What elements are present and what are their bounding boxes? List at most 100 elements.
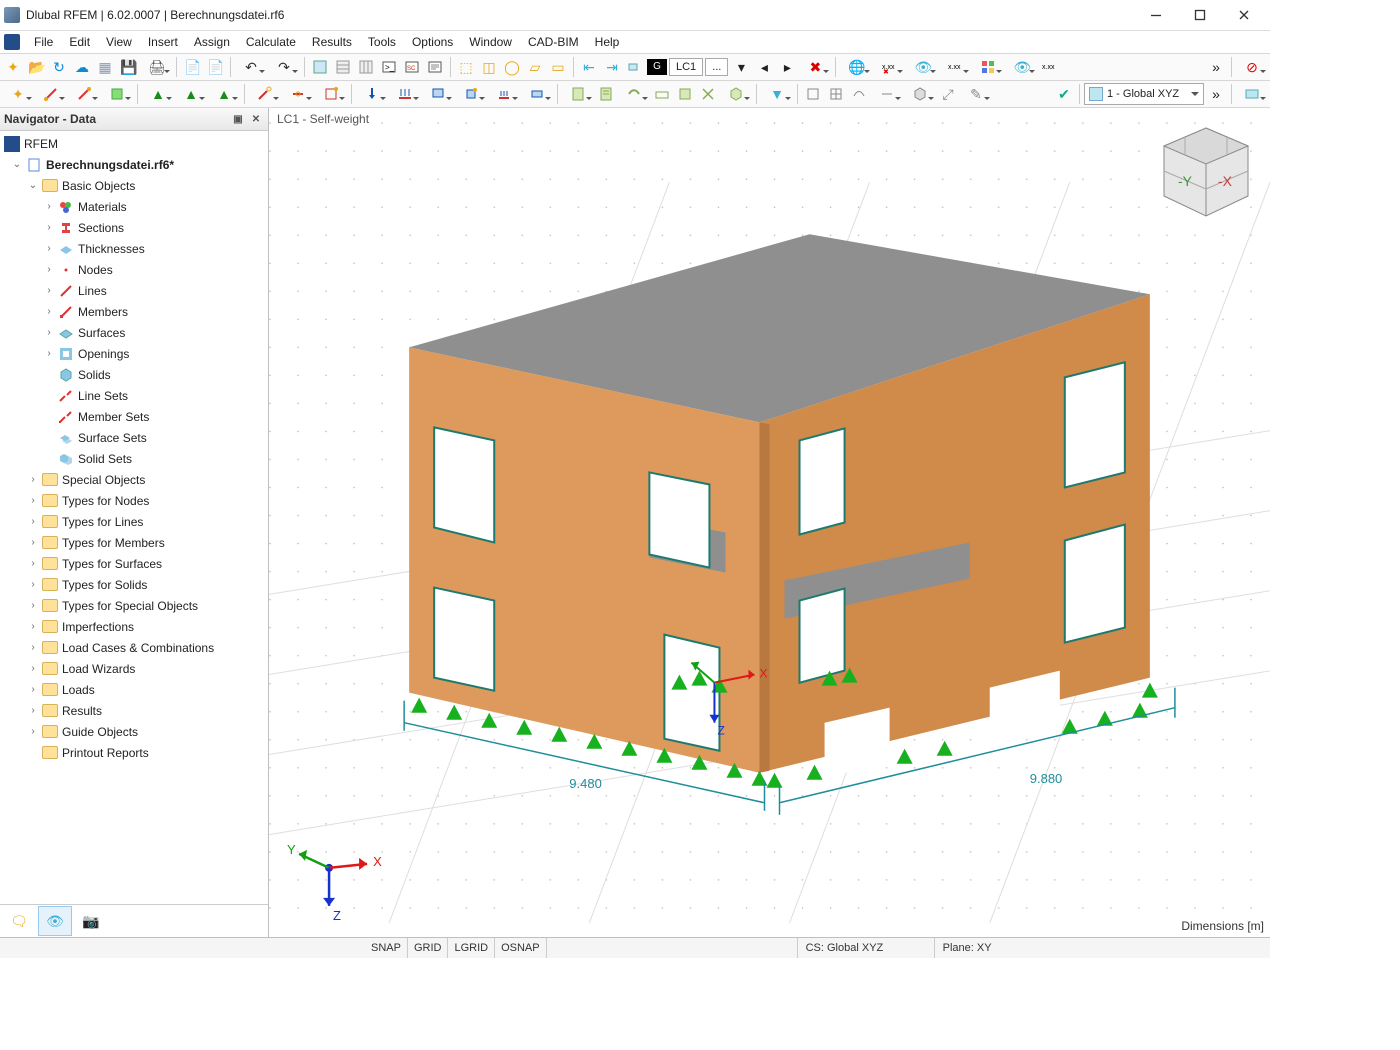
tree-materials[interactable]: ›Materials [0, 196, 268, 217]
tree-group[interactable]: Printout Reports [0, 742, 268, 763]
status-snap[interactable]: SNAP [365, 938, 408, 958]
caret-right-icon[interactable]: › [24, 681, 42, 699]
caret-right-icon[interactable]: › [40, 282, 58, 300]
navtab-display-icon[interactable]: 👁 [38, 906, 72, 936]
caret-right-icon[interactable]: › [24, 471, 42, 489]
select-window-icon[interactable]: ◫ [478, 56, 500, 78]
table-3-icon[interactable] [355, 56, 377, 78]
tree-surfaces[interactable]: ›Surfaces [0, 322, 268, 343]
tree-nodes[interactable]: ›Nodes [0, 259, 268, 280]
tree-thicknesses[interactable]: ›Thicknesses [0, 238, 268, 259]
coord-system-dropdown[interactable]: 1 - Global XYZ [1084, 83, 1204, 105]
tree-basic-objects[interactable]: ⌄ Basic Objects [0, 175, 268, 196]
dim-3-icon[interactable] [624, 56, 646, 78]
view-1-icon[interactable] [802, 83, 824, 105]
navigator-tree[interactable]: RFEM ⌄ Berechnungsdatei.rf6* ⌄ Basic Obj… [0, 131, 268, 904]
status-osnap[interactable]: OSNAP [495, 938, 547, 958]
tree-members[interactable]: ›Members [0, 301, 268, 322]
caret-right-icon[interactable]: › [24, 492, 42, 510]
doc-icon[interactable]: 📄 [204, 56, 226, 78]
tree-group[interactable]: ›Special Objects [0, 469, 268, 490]
redo-icon[interactable]: ↷ [268, 56, 300, 78]
globe-icon[interactable]: 🌐 [840, 56, 872, 78]
navigator-pin-icon[interactable]: ▣ [230, 111, 246, 127]
tree-openings[interactable]: ›Openings [0, 343, 268, 364]
caret-right-icon[interactable]: › [40, 240, 58, 258]
calc-4-icon[interactable] [651, 83, 673, 105]
tree-group[interactable]: ›Types for Lines [0, 511, 268, 532]
dim-1-icon[interactable]: ⇤ [578, 56, 600, 78]
calc-6-icon[interactable] [697, 83, 719, 105]
num-xxx-2-icon[interactable]: x.xx [1038, 56, 1060, 78]
caret-right-icon[interactable]: › [24, 618, 42, 636]
select-lasso-icon[interactable]: ⬚ [455, 56, 477, 78]
caret-down-icon[interactable]: ⌄ [8, 156, 26, 174]
tree-group[interactable]: ›Load Cases & Combinations [0, 637, 268, 658]
new-node-icon[interactable]: ✦ [2, 83, 34, 105]
console-icon[interactable]: >_ [378, 56, 400, 78]
view-4-icon[interactable] [871, 83, 903, 105]
menu-assign[interactable]: Assign [186, 31, 238, 53]
tree-group[interactable]: ›Types for Special Objects [0, 595, 268, 616]
menu-file[interactable]: File [26, 31, 61, 53]
tree-sections[interactable]: ›Sections [0, 217, 268, 238]
dim-2-icon[interactable]: ⇥ [601, 56, 623, 78]
toolbar-check-icon[interactable]: ✔ [1053, 83, 1075, 105]
calc-1-icon[interactable] [562, 83, 594, 105]
table-2-icon[interactable] [332, 56, 354, 78]
num-xxx-eye-icon[interactable]: x.xx [939, 56, 971, 78]
tree-root[interactable]: RFEM [0, 133, 268, 154]
loadcase-label[interactable]: LC1 [669, 58, 703, 76]
menu-window[interactable]: Window [461, 31, 520, 53]
navtab-data-icon[interactable]: 🗨 [2, 906, 36, 936]
open-file-icon[interactable]: 📂 [25, 56, 47, 78]
menu-results[interactable]: Results [304, 31, 360, 53]
support-1-icon[interactable]: ▲ [142, 83, 174, 105]
calc-3-icon[interactable] [618, 83, 650, 105]
tree-group[interactable]: ›Types for Nodes [0, 490, 268, 511]
caret-right-icon[interactable]: › [40, 303, 58, 321]
new-member-icon[interactable] [68, 83, 100, 105]
load-2-icon[interactable] [389, 83, 421, 105]
caret-right-icon[interactable]: › [24, 702, 42, 720]
view-scale-icon[interactable]: ⤢ [937, 83, 959, 105]
menu-tools[interactable]: Tools [360, 31, 404, 53]
hinge-1-icon[interactable] [249, 83, 281, 105]
load-6-icon[interactable] [521, 83, 553, 105]
view-cube-icon[interactable] [904, 83, 936, 105]
print-icon[interactable]: 🖨 [140, 56, 172, 78]
refresh-icon[interactable]: ↻ [48, 56, 70, 78]
status-grid[interactable]: GRID [408, 938, 449, 958]
new-file-icon[interactable]: ✦ [2, 56, 24, 78]
tree-group[interactable]: ›Loads [0, 679, 268, 700]
tree-lines[interactable]: ›Lines [0, 280, 268, 301]
load-1-icon[interactable] [356, 83, 388, 105]
maximize-button[interactable] [1178, 0, 1222, 30]
caret-right-icon[interactable]: › [40, 219, 58, 237]
caret-right-icon[interactable]: › [24, 513, 42, 531]
table-1-icon[interactable] [309, 56, 331, 78]
navigator-close-icon[interactable]: ✕ [248, 111, 264, 127]
tree-group[interactable]: ›Load Wizards [0, 658, 268, 679]
menu-options[interactable]: Options [404, 31, 461, 53]
save-icon[interactable]: 💾 [117, 56, 139, 78]
nav-next-icon[interactable]: ▸ [776, 56, 798, 78]
new-doc-icon[interactable]: 📄 [181, 56, 203, 78]
status-cs[interactable]: CS: Global XYZ [797, 938, 934, 958]
hinge-3-icon[interactable] [315, 83, 347, 105]
tree-group[interactable]: ›Types for Surfaces [0, 553, 268, 574]
navigation-cube[interactable]: -Y -X [1156, 122, 1256, 222]
caret-right-icon[interactable]: › [24, 723, 42, 741]
calc-solid-icon[interactable] [720, 83, 752, 105]
loadcase-selector[interactable]: G LC1 ... ▾ [647, 56, 752, 78]
tree-group[interactable]: ›Types for Solids [0, 574, 268, 595]
navtab-views-icon[interactable]: 📷 [74, 906, 108, 936]
tree-solid-sets[interactable]: Solid Sets [0, 448, 268, 469]
undo-icon[interactable]: ↶ [235, 56, 267, 78]
tree-surface-sets[interactable]: Surface Sets [0, 427, 268, 448]
menu-edit[interactable]: Edit [61, 31, 98, 53]
caret-right-icon[interactable]: › [24, 576, 42, 594]
tree-group[interactable]: ›Types for Members [0, 532, 268, 553]
load-5-icon[interactable] [488, 83, 520, 105]
caret-down-icon[interactable]: ⌄ [24, 177, 42, 195]
